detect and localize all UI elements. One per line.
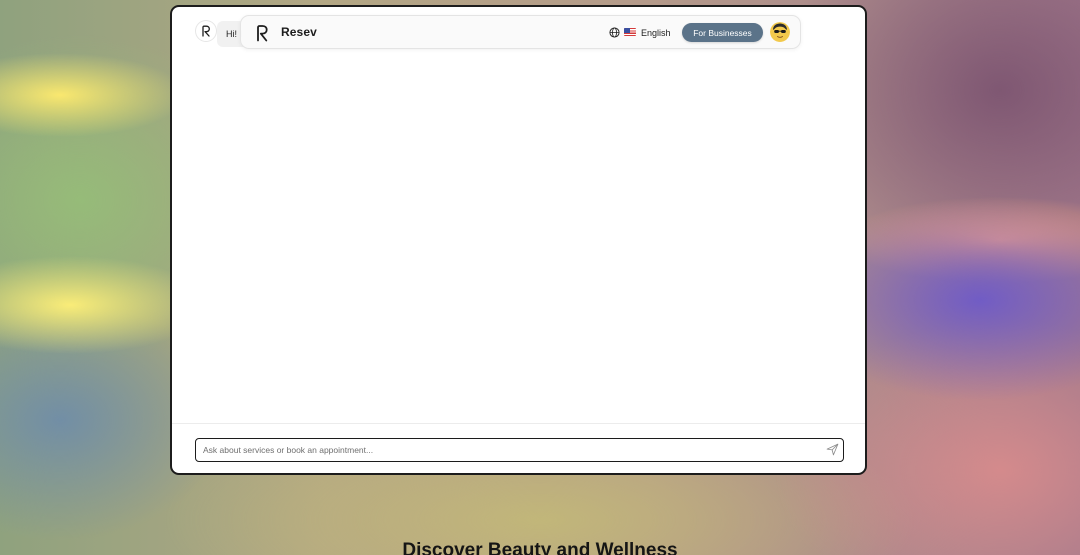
language-selector[interactable]: English <box>641 28 671 38</box>
bot-avatar <box>196 21 216 41</box>
resev-logo-icon <box>202 25 210 37</box>
resev-logo-icon[interactable] <box>255 24 269 42</box>
brand-name[interactable]: Resev <box>281 25 317 39</box>
top-navbar: Resev English For Businesses <box>240 15 801 49</box>
page-heading: Discover Beauty and Wellness <box>402 540 678 555</box>
for-businesses-button[interactable]: For Businesses <box>682 23 763 42</box>
user-avatar[interactable] <box>770 22 790 42</box>
us-flag-icon[interactable] <box>624 28 636 36</box>
chat-input[interactable] <box>195 438 844 462</box>
send-icon[interactable] <box>826 443 839 456</box>
input-divider <box>172 423 865 424</box>
globe-icon[interactable] <box>609 27 620 38</box>
chat-window: Hi! I Resev English For Businesses <box>170 5 867 475</box>
